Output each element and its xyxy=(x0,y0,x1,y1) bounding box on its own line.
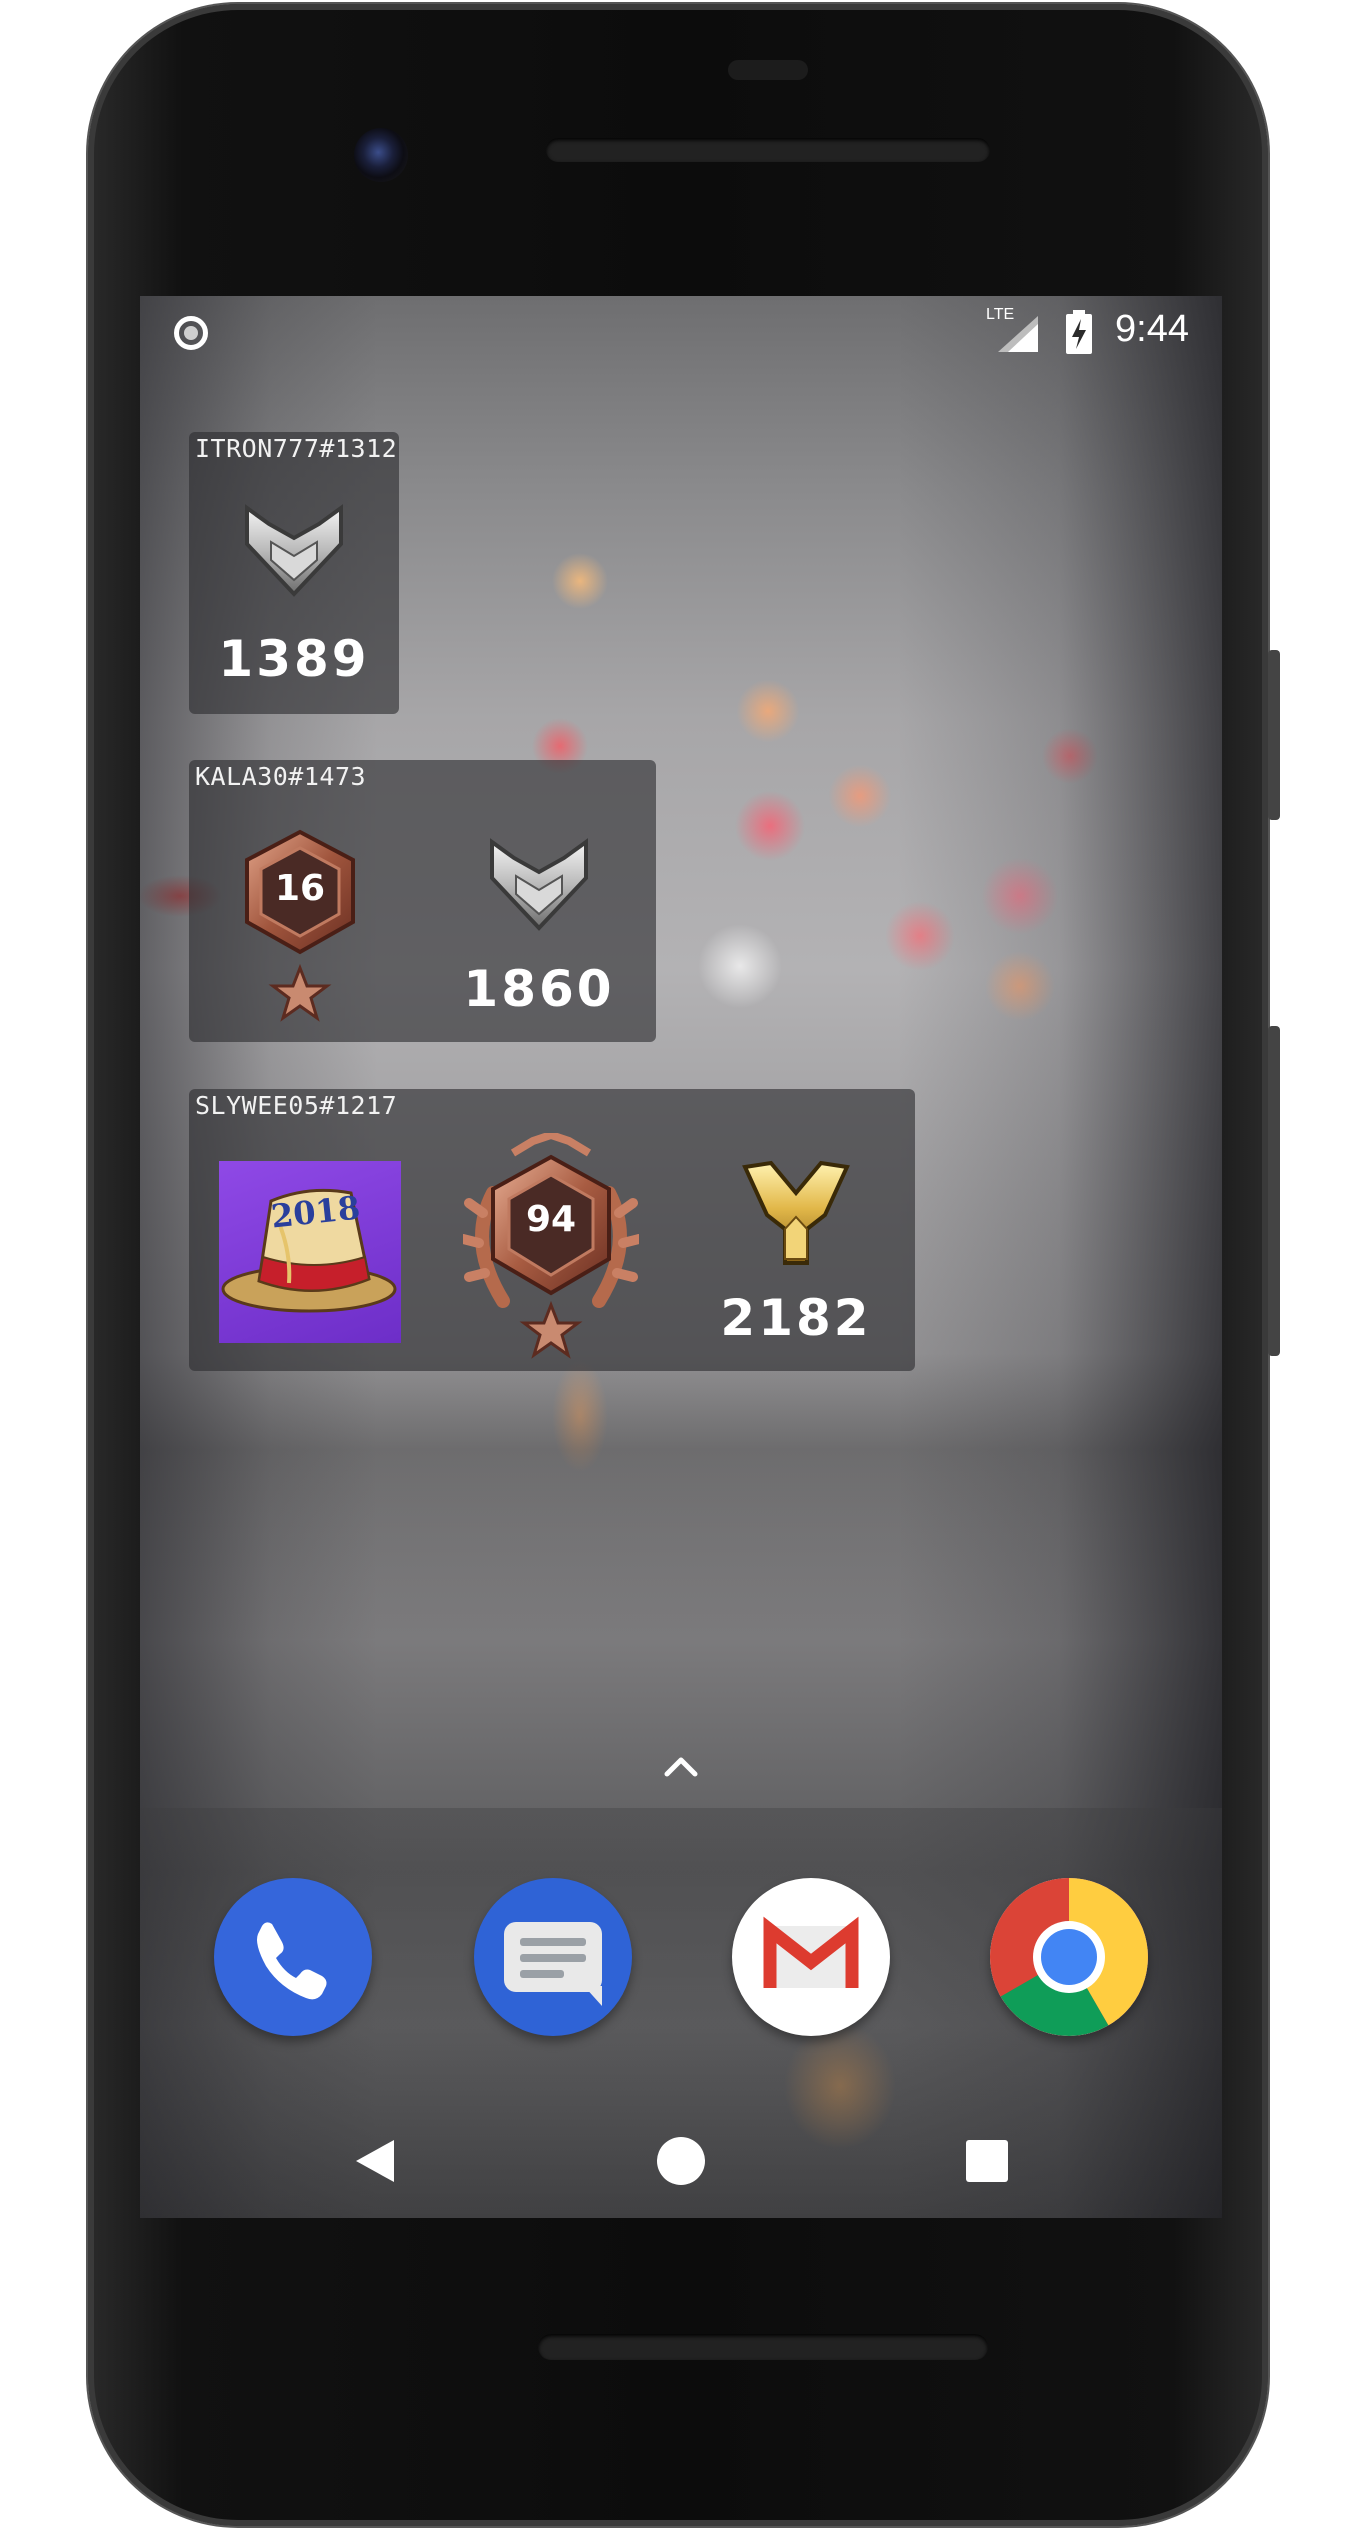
back-icon[interactable] xyxy=(352,2136,398,2186)
power-button xyxy=(1268,650,1280,820)
player-level: 16 xyxy=(274,868,326,909)
app-drawer-arrow-icon[interactable] xyxy=(661,1754,701,1778)
earpiece-speaker xyxy=(546,138,990,162)
overwatch-widget-2[interactable]: KALA30#1473 16 1860 xyxy=(189,760,656,1042)
top-sensor xyxy=(728,60,808,80)
chrome-icon xyxy=(990,1878,1148,2036)
player-name: ITRON777#1312 xyxy=(195,434,398,463)
status-bar: LTE 9:44 xyxy=(140,296,1222,368)
home-screen: LTE 9:44 ITRON777#1312 1389 KALA30#1473 … xyxy=(140,296,1222,2218)
bronze-laurel-level-badge-icon xyxy=(463,1133,639,1359)
party-hat-icon xyxy=(221,1188,397,1313)
notification-dot-icon xyxy=(174,316,208,350)
gold-rank-icon xyxy=(742,1160,850,1265)
phone-app-icon[interactable] xyxy=(214,1878,372,2036)
front-camera xyxy=(354,128,408,182)
bottom-speaker xyxy=(538,2334,988,2360)
messages-app-icon[interactable] xyxy=(474,1878,632,2036)
home-icon[interactable] xyxy=(656,2136,706,2186)
recents-icon[interactable] xyxy=(962,2136,1012,2186)
signal-icon xyxy=(998,316,1038,352)
volume-button xyxy=(1268,1026,1280,1356)
skill-rating: 2182 xyxy=(720,1289,872,1347)
chrome-app-icon[interactable] xyxy=(990,1878,1148,2036)
2018-party-hat-portrait: 2018 xyxy=(219,1161,401,1343)
player-name: SLYWEE05#1217 xyxy=(195,1091,398,1120)
skill-rating: 1389 xyxy=(218,630,370,688)
player-level: 94 xyxy=(525,1199,577,1240)
bronze-level-badge-icon xyxy=(245,829,355,1022)
player-name: KALA30#1473 xyxy=(195,762,367,791)
messages-icon xyxy=(504,1922,602,2006)
silver-rank-icon xyxy=(245,504,343,597)
battery-charging-icon xyxy=(1066,310,1092,354)
overwatch-widget-1[interactable]: ITRON777#1312 1389 xyxy=(189,432,399,714)
status-time: 9:44 xyxy=(1115,308,1189,350)
gmail-icon xyxy=(763,1916,859,1988)
silver-rank-icon xyxy=(490,838,588,931)
skill-rating: 1860 xyxy=(463,960,615,1018)
phone-icon xyxy=(257,1922,327,2000)
gmail-app-icon[interactable] xyxy=(732,1878,890,2036)
overwatch-widget-3[interactable]: SLYWEE05#1217 2018 94 2182 xyxy=(189,1089,915,1371)
